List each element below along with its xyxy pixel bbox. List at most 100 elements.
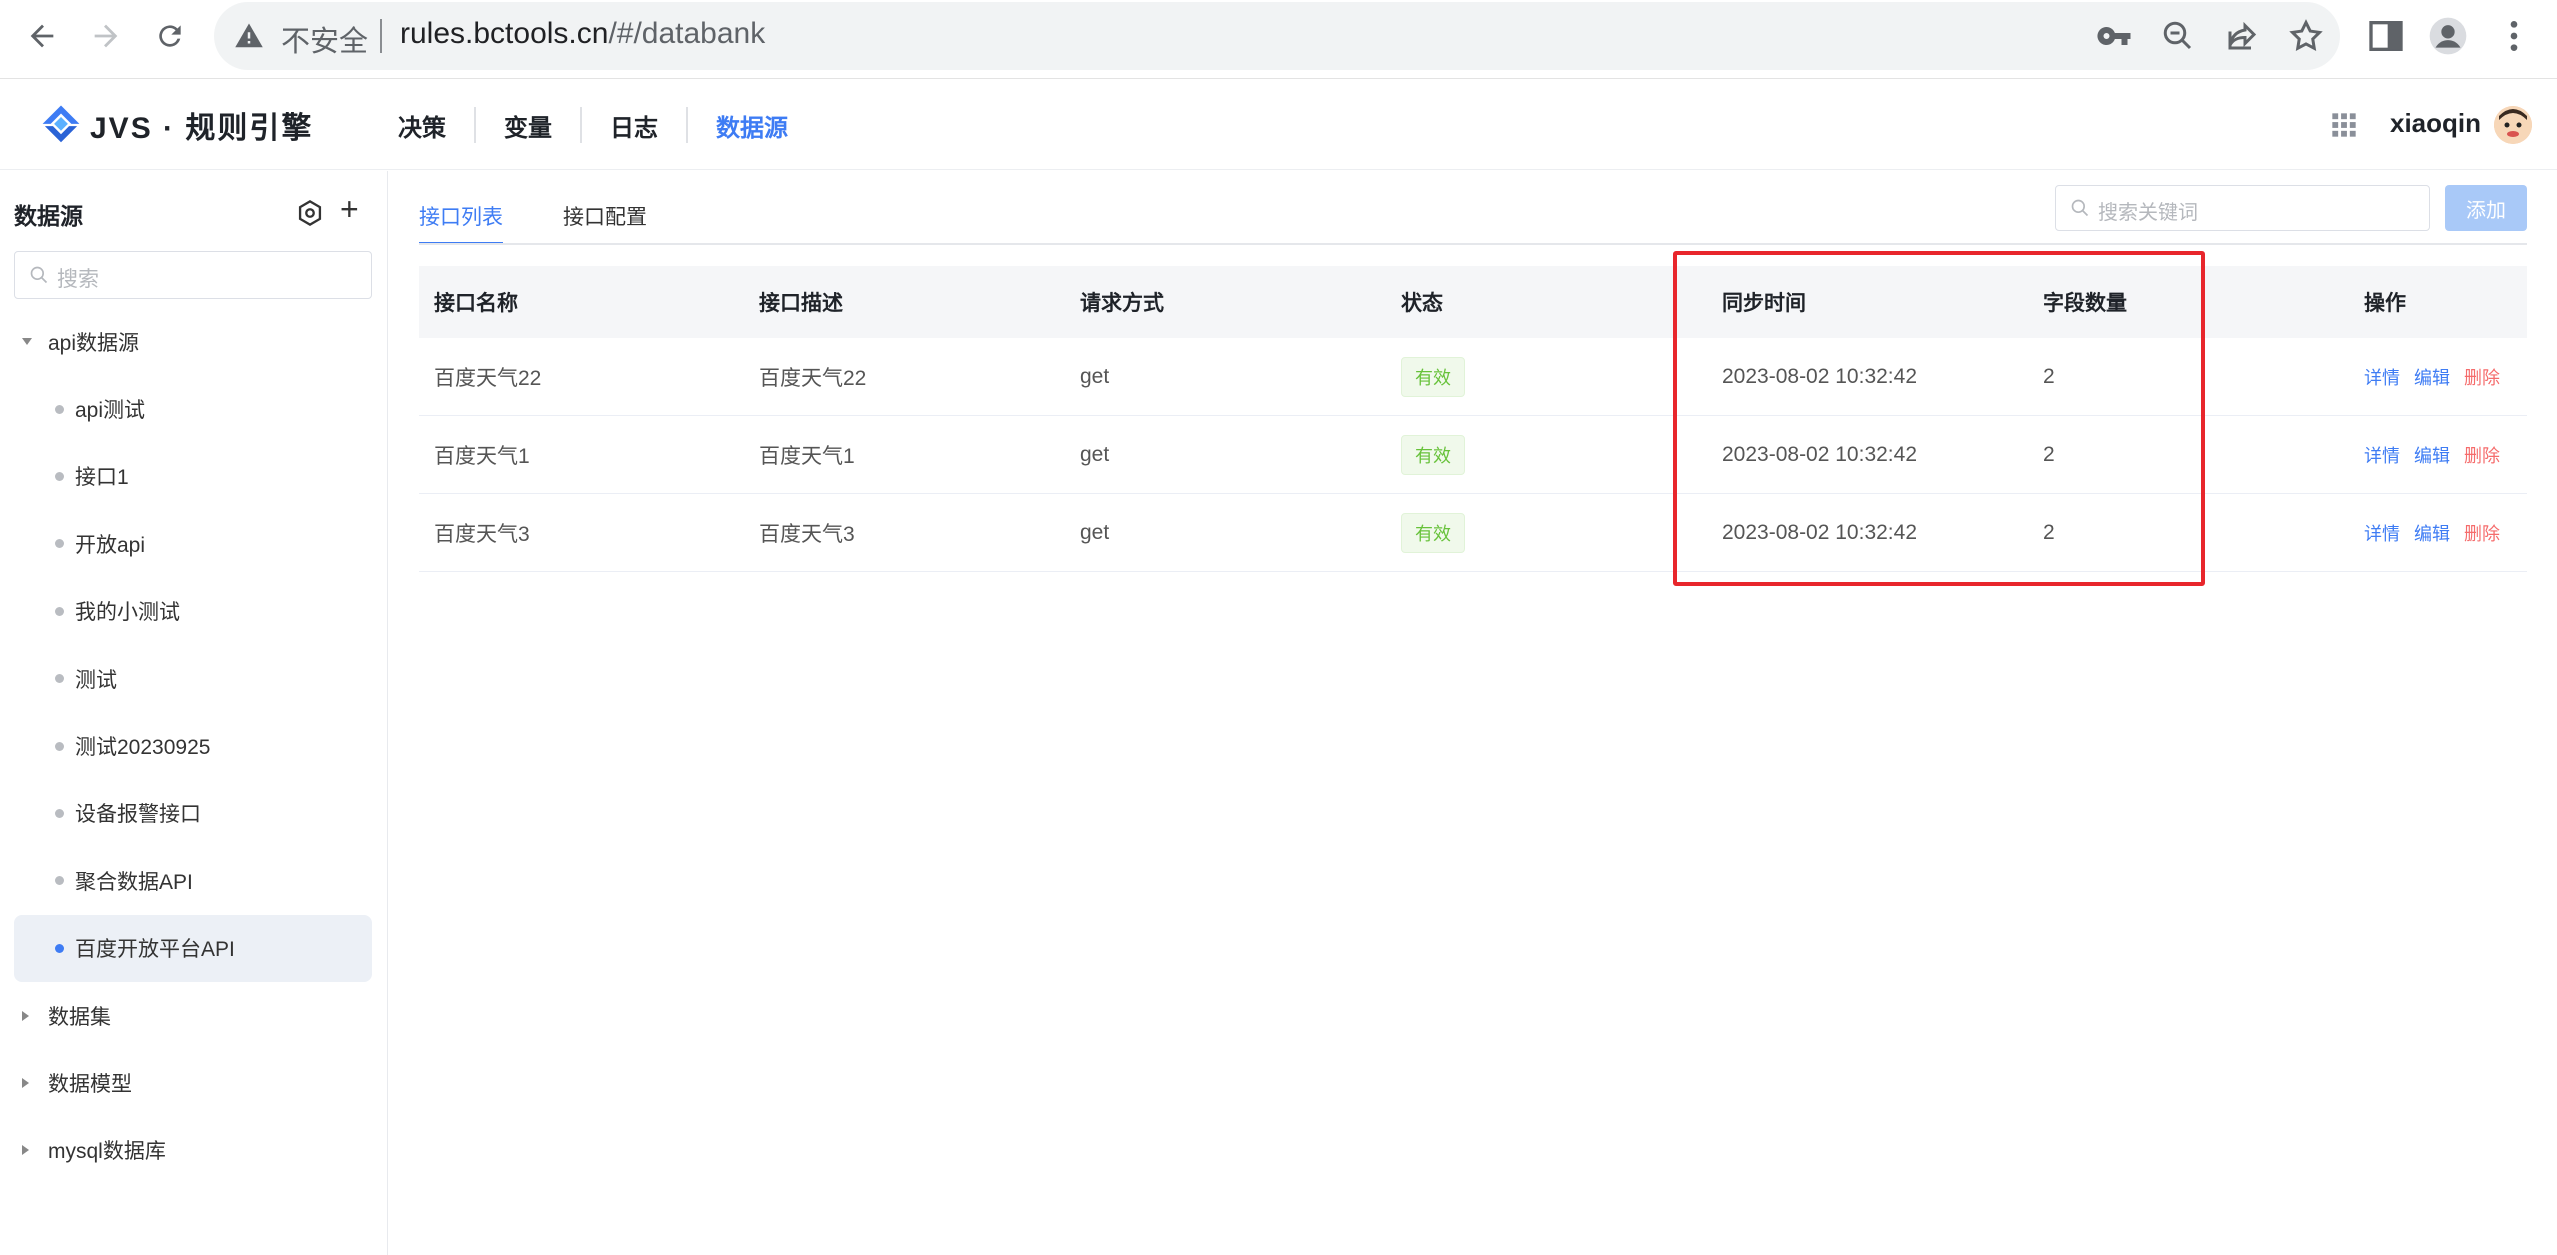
nav-item-datasource[interactable]: 数据源 bbox=[688, 108, 816, 143]
logo-text: JVS · 规则引擎 bbox=[90, 112, 314, 145]
column-header: 接口名称 bbox=[434, 292, 518, 315]
address-bar[interactable]: 不安全 rules.bctools.cn/#/databank bbox=[214, 2, 2340, 70]
reload-icon[interactable] bbox=[148, 14, 192, 58]
tab-interface-list[interactable]: 接口列表 bbox=[419, 201, 503, 245]
tree-item-label: 百度开放平台API bbox=[75, 938, 235, 962]
zoom-out-icon[interactable] bbox=[2160, 18, 2196, 54]
warning-icon bbox=[235, 23, 263, 48]
apps-grid-icon[interactable] bbox=[2330, 111, 2358, 139]
tree-item[interactable]: 设备报警接口 bbox=[0, 780, 388, 847]
tree-group-dataset[interactable]: 数据集 bbox=[0, 982, 388, 1049]
detail-link[interactable]: 详情 bbox=[2364, 368, 2400, 388]
app-logo[interactable]: JVS · 规则引擎 bbox=[38, 102, 313, 148]
tabs-divider bbox=[419, 243, 2527, 245]
edit-link[interactable]: 编辑 bbox=[2414, 446, 2450, 466]
status-badge: 有效 bbox=[1401, 434, 1465, 475]
bullet-icon bbox=[55, 876, 64, 886]
tree-item-label: 开放api bbox=[75, 533, 146, 557]
add-icon[interactable]: + bbox=[340, 193, 359, 225]
url-text[interactable]: rules.bctools.cn/#/databank bbox=[400, 17, 765, 51]
tree-group-label: mysql数据库 bbox=[48, 1140, 166, 1164]
nav-item-variable[interactable]: 变量 bbox=[476, 108, 580, 143]
bullet-icon bbox=[55, 808, 64, 818]
top-nav: 决策 变量 日志 数据源 bbox=[370, 80, 816, 170]
row-actions: 详情 编辑 删除 bbox=[2364, 442, 2514, 468]
detail-link[interactable]: 详情 bbox=[2364, 524, 2400, 544]
tree-item[interactable]: 测试20230925 bbox=[0, 712, 388, 779]
cell-sync-time: 2023-08-02 10:32:42 bbox=[1722, 442, 1917, 466]
tree-item[interactable]: 测试 bbox=[0, 645, 388, 712]
cell-method: get bbox=[1080, 442, 1110, 466]
edit-link[interactable]: 编辑 bbox=[2414, 524, 2450, 544]
tree-group-label: 数据模型 bbox=[48, 1072, 132, 1096]
share-icon[interactable] bbox=[2224, 18, 2260, 54]
tree-group-api[interactable]: api数据源 bbox=[0, 308, 388, 375]
delete-link[interactable]: 删除 bbox=[2464, 524, 2500, 544]
tree-item-label: 测试 bbox=[75, 668, 117, 692]
tree-item[interactable]: 聚合数据API bbox=[0, 847, 388, 914]
keyword-search-placeholder: 搜索关键词 bbox=[2098, 202, 2198, 224]
side-panel-icon[interactable] bbox=[2366, 16, 2406, 56]
detail-link[interactable]: 详情 bbox=[2364, 446, 2400, 466]
bookmark-star-icon[interactable] bbox=[2288, 18, 2324, 54]
table-row[interactable]: 百度天气22 百度天气22 get 有效 2023-08-02 10:32:42… bbox=[419, 338, 2527, 416]
delete-link[interactable]: 删除 bbox=[2464, 368, 2500, 388]
main-content: 接口列表 接口配置 搜索关键词 添加 接口名称 接口描述 请求方式 状态 同步时… bbox=[389, 171, 2557, 1255]
browser-toolbar: 不安全 rules.bctools.cn/#/databank bbox=[0, 0, 2557, 79]
omnibox-separator bbox=[380, 19, 382, 53]
cell-method: get bbox=[1080, 520, 1110, 544]
search-icon bbox=[2071, 199, 2089, 217]
column-header: 同步时间 bbox=[1722, 292, 1806, 315]
tree-group-mysql[interactable]: mysql数据库 bbox=[0, 1117, 388, 1184]
tree-group-datamodel[interactable]: 数据模型 bbox=[0, 1049, 388, 1116]
table-header: 接口名称 接口描述 请求方式 状态 同步时间 字段数量 操作 bbox=[419, 266, 2527, 338]
status-badge: 有效 bbox=[1401, 512, 1465, 553]
column-header: 操作 bbox=[2364, 292, 2406, 315]
tab-interface-config[interactable]: 接口配置 bbox=[563, 201, 647, 243]
caret-right-icon[interactable] bbox=[22, 1010, 29, 1021]
bullet-icon bbox=[55, 606, 64, 616]
cell-sync-time: 2023-08-02 10:32:42 bbox=[1722, 364, 1917, 388]
more-menu-icon[interactable] bbox=[2494, 16, 2534, 56]
delete-link[interactable]: 删除 bbox=[2464, 446, 2500, 466]
app-header: JVS · 规则引擎 决策 变量 日志 数据源 xiaoqin bbox=[0, 80, 2557, 170]
column-header: 状态 bbox=[1401, 292, 1443, 315]
status-badge: 有效 bbox=[1401, 356, 1465, 397]
cell-method: get bbox=[1080, 364, 1110, 388]
key-icon[interactable] bbox=[2096, 18, 2132, 54]
cell-name: 百度天气1 bbox=[434, 444, 530, 468]
keyword-search-input[interactable]: 搜索关键词 bbox=[2055, 185, 2430, 231]
tree-item-label: 设备报警接口 bbox=[75, 803, 201, 827]
caret-right-icon[interactable] bbox=[22, 1077, 29, 1088]
caret-down-icon[interactable] bbox=[22, 338, 32, 346]
avatar[interactable] bbox=[2494, 106, 2532, 144]
tree-item-label: api测试 bbox=[75, 399, 146, 423]
tree-item-label: 测试20230925 bbox=[75, 736, 211, 760]
settings-icon[interactable] bbox=[296, 199, 324, 227]
tree-item-label: 聚合数据API bbox=[75, 870, 193, 894]
cell-sync-time: 2023-08-02 10:32:42 bbox=[1722, 520, 1917, 544]
tree-item-selected[interactable]: 百度开放平台API bbox=[0, 914, 388, 982]
tree-item[interactable]: api测试 bbox=[0, 375, 388, 442]
caret-right-icon[interactable] bbox=[22, 1145, 29, 1156]
add-button[interactable]: 添加 bbox=[2445, 185, 2527, 231]
nav-item-log[interactable]: 日志 bbox=[582, 108, 686, 143]
tab-bar: 接口列表 接口配置 bbox=[419, 201, 707, 245]
column-header: 接口描述 bbox=[759, 292, 843, 315]
bullet-icon bbox=[55, 741, 64, 751]
tree-item[interactable]: 我的小测试 bbox=[0, 578, 388, 645]
tree-item[interactable]: 接口1 bbox=[0, 443, 388, 510]
edit-link[interactable]: 编辑 bbox=[2414, 368, 2450, 388]
sidebar-search-input[interactable]: 搜索 bbox=[14, 251, 372, 299]
tree-item[interactable]: 开放api bbox=[0, 510, 388, 577]
row-actions: 详情 编辑 删除 bbox=[2364, 520, 2514, 546]
profile-icon[interactable] bbox=[2428, 16, 2468, 56]
username[interactable]: xiaoqin bbox=[2390, 108, 2481, 139]
nav-item-decision[interactable]: 决策 bbox=[370, 108, 474, 143]
forward-icon[interactable] bbox=[84, 14, 128, 58]
url-path: /#/databank bbox=[608, 17, 766, 50]
table-row[interactable]: 百度天气3 百度天气3 get 有效 2023-08-02 10:32:42 2… bbox=[419, 494, 2527, 572]
back-icon[interactable] bbox=[20, 14, 64, 58]
table-row[interactable]: 百度天气1 百度天气1 get 有效 2023-08-02 10:32:42 2… bbox=[419, 416, 2527, 494]
bullet-icon bbox=[55, 539, 64, 549]
